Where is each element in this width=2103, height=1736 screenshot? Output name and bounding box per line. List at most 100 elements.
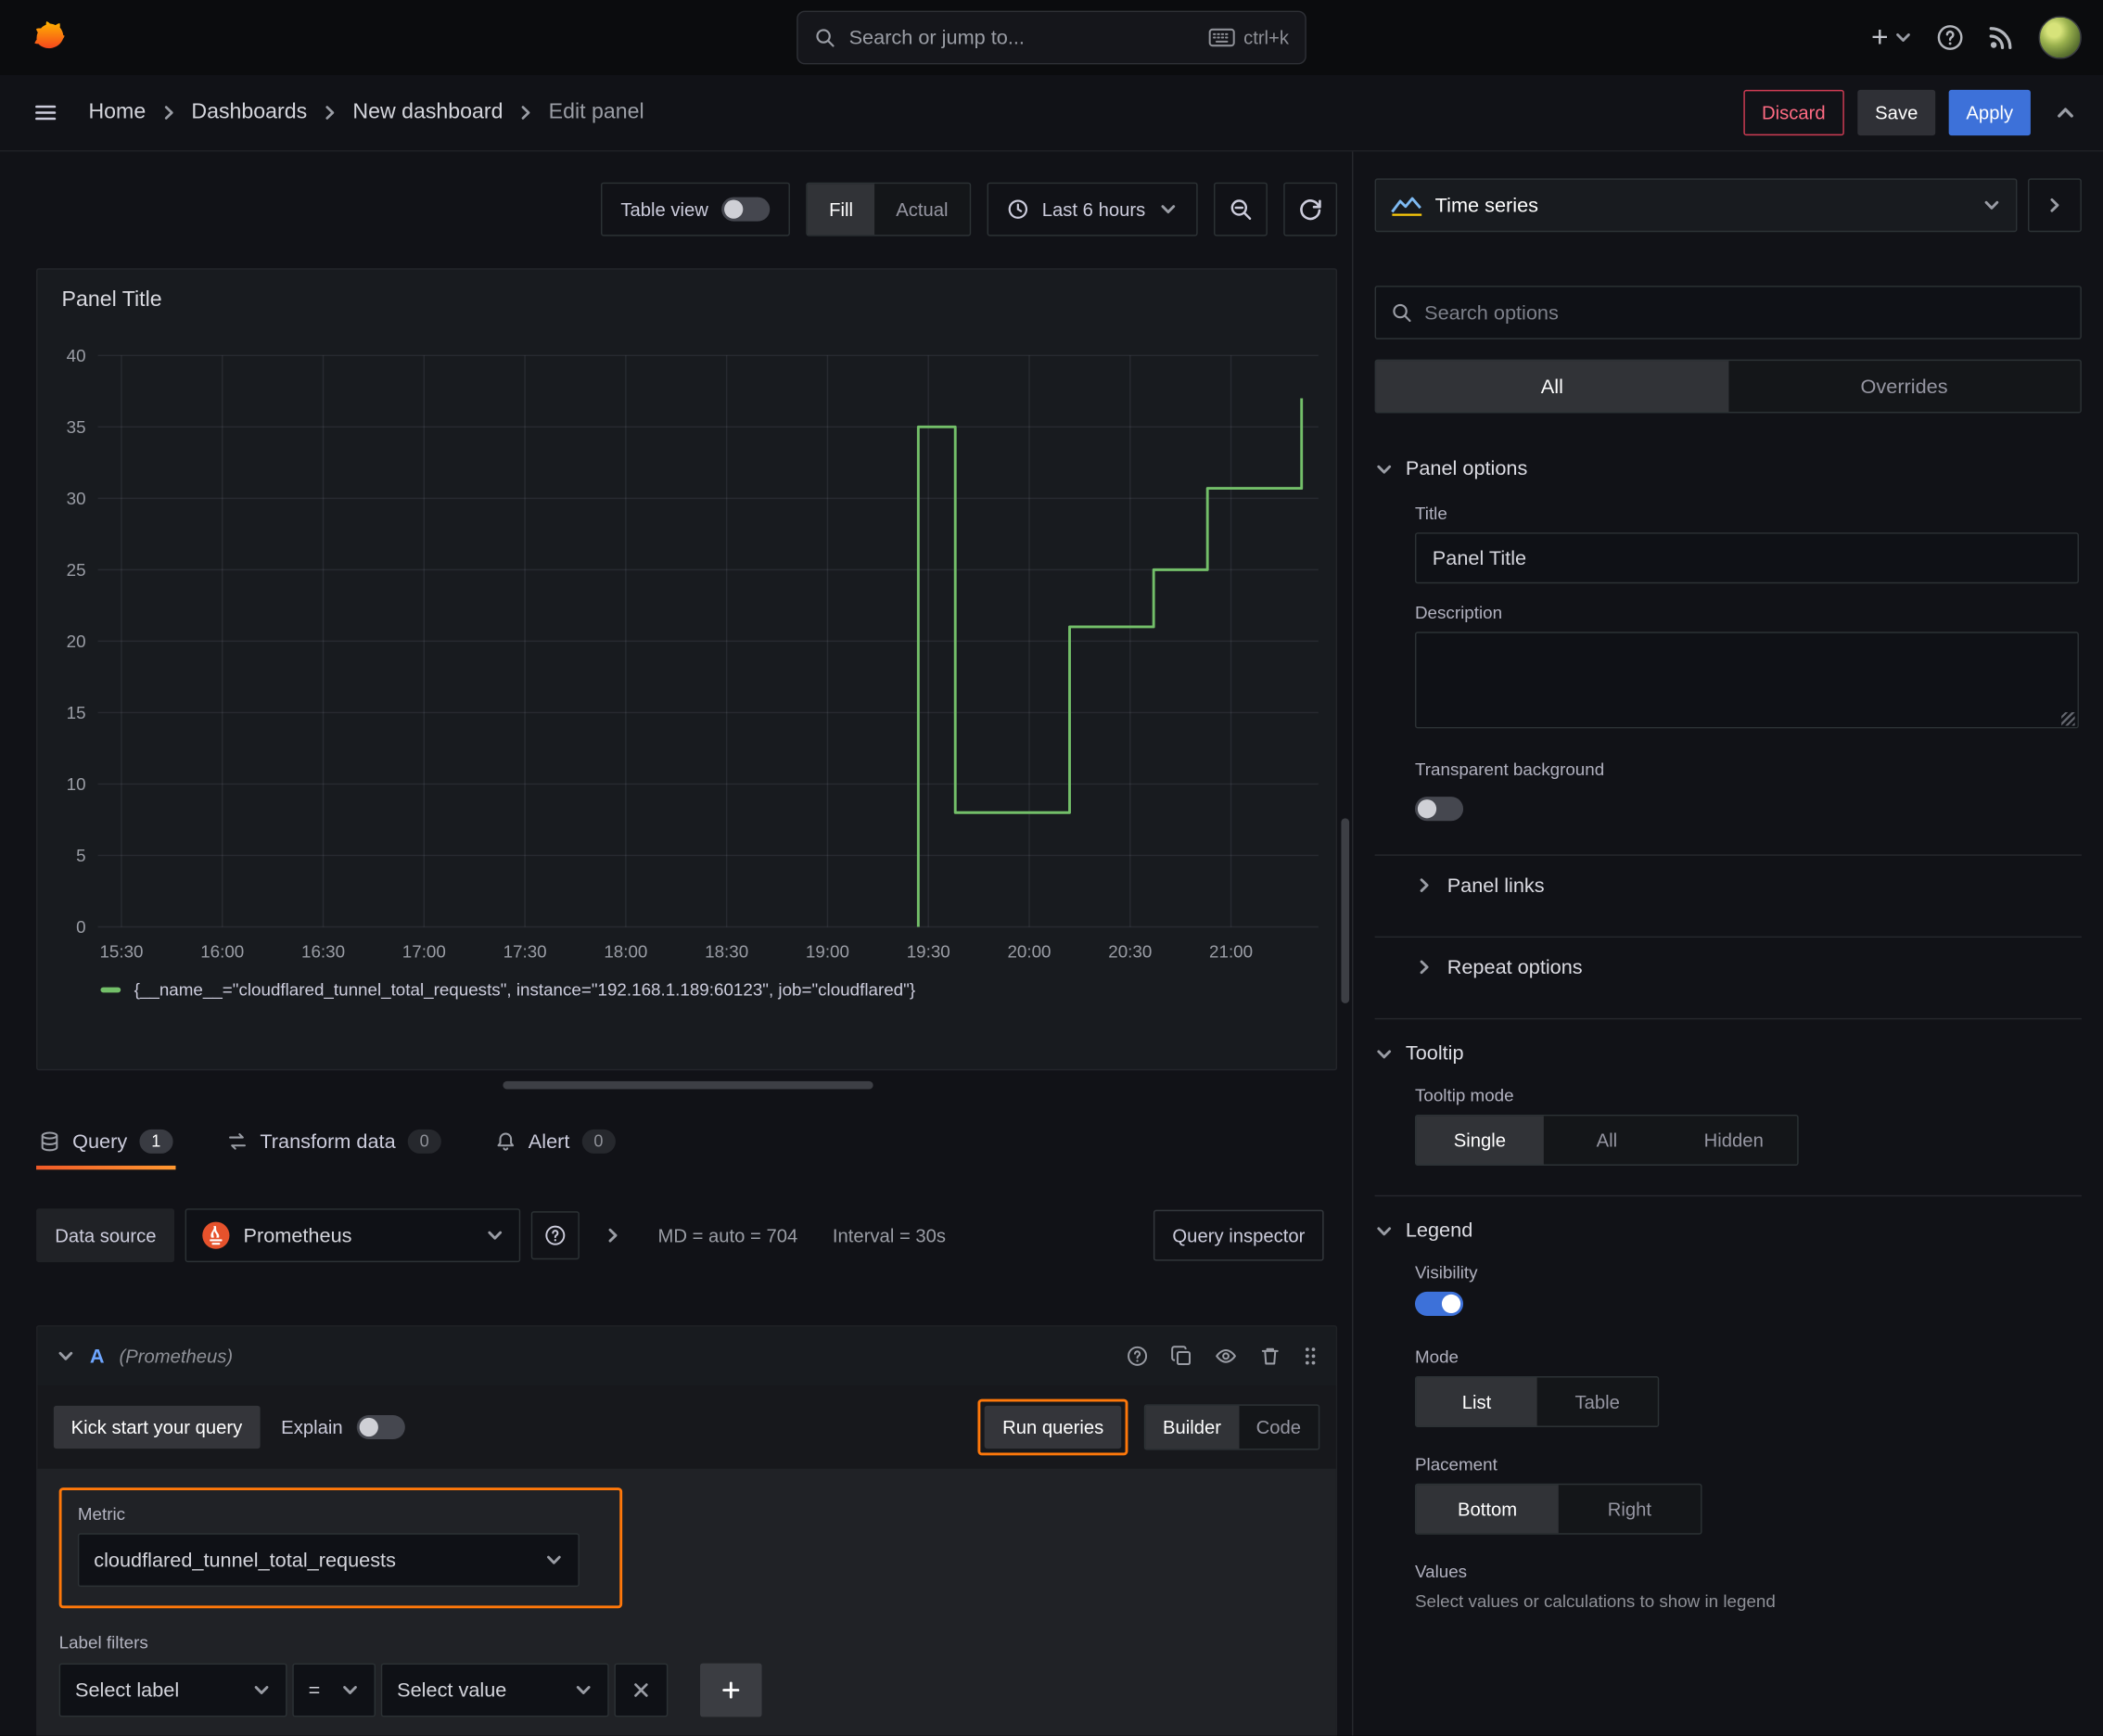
legend-body: Visibility Mode List Table Placement Bot… [1375,1257,2082,1619]
chevron-down-icon [489,1231,503,1240]
panel-options-header[interactable]: Panel options [1375,442,2082,494]
user-avatar[interactable] [2038,16,2082,59]
legend-placement-right[interactable]: Right [1559,1485,1701,1533]
legend-values-label: Values [1414,1561,1468,1582]
toggle-visibility-icon[interactable] [1215,1346,1237,1367]
legend-section-header[interactable]: Legend [1375,1205,2082,1257]
chevron-down-icon [547,1555,561,1564]
code-option[interactable]: Code [1239,1406,1319,1449]
transparent-background-toggle[interactable] [1414,797,1464,822]
save-button[interactable]: Save [1857,89,1936,136]
global-search-input[interactable]: Search or jump to... ctrl+k [797,10,1306,65]
remove-filter-button[interactable] [614,1663,669,1717]
svg-text:20: 20 [67,632,86,651]
select-value-dropdown[interactable]: Select value [380,1663,609,1717]
legend-placement-bottom[interactable]: Bottom [1416,1485,1559,1534]
filter-tab-all[interactable]: All [1376,361,1728,413]
panel-title-input[interactable] [1414,532,2079,584]
options-search-input[interactable] [1424,300,2066,325]
query-builder-area: Metric cloudflared_tunnel_total_requests… [37,1468,1336,1736]
legend-visibility-toggle[interactable] [1414,1291,1464,1316]
explain-toggle[interactable] [356,1414,405,1440]
breadcrumb-dashboards[interactable]: Dashboards [191,100,307,124]
zoom-out-button[interactable] [1214,182,1268,236]
time-range-picker[interactable]: Last 6 hours [987,182,1198,236]
expand-options-icon[interactable] [605,1226,623,1245]
tooltip-mode-label: Tooltip mode [1414,1085,1514,1105]
news-feed-icon[interactable] [1988,24,2015,51]
datasource-help-button[interactable] [531,1211,580,1260]
tooltip-mode-single[interactable]: Single [1416,1116,1544,1165]
chevron-down-icon [1377,1226,1392,1235]
builder-option[interactable]: Builder [1145,1405,1239,1449]
description-textarea[interactable] [1414,632,2079,729]
resize-handle[interactable] [2061,712,2075,726]
query-help-icon[interactable] [1127,1346,1148,1367]
svg-text:40: 40 [67,346,86,365]
tab-alert[interactable]: Alert 0 [492,1114,618,1170]
operator-dropdown[interactable]: = [292,1663,376,1717]
delete-query-icon[interactable] [1259,1346,1281,1367]
actual-option[interactable]: Actual [874,184,970,235]
select-label-dropdown[interactable]: Select label [58,1663,287,1717]
add-filter-button[interactable] [700,1663,762,1717]
tooltip-body: Tooltip mode Single All Hidden [1375,1079,2082,1173]
tab-query[interactable]: Query 1 [36,1114,175,1170]
legend-series-label[interactable]: {__name__="cloudflared_tunnel_total_requ… [134,979,915,1000]
datasource-select[interactable]: Prometheus [185,1208,521,1263]
repeat-options-label: Repeat options [1447,955,1583,979]
legend-mode-table[interactable]: Table [1537,1377,1658,1425]
svg-text:25: 25 [67,560,86,580]
apply-button[interactable]: Apply [1948,89,2031,136]
query-editor-card: A (Prometheus) Kick start your query Exp… [36,1325,1338,1736]
datasource-row: Data source Prometheus MD = auto = 704 I… [36,1207,1337,1264]
table-view-label: Table view [620,198,708,221]
refresh-icon [1300,199,1321,221]
breadcrumb-home[interactable]: Home [88,100,146,124]
discard-button[interactable]: Discard [1742,89,1844,136]
tooltip-mode-hidden[interactable]: Hidden [1670,1116,1797,1164]
metric-highlight: Metric cloudflared_tunnel_total_requests [58,1487,623,1609]
visualization-select[interactable]: Time series [1374,178,2018,233]
horizontal-scrollbar[interactable] [503,1080,873,1090]
menu-toggle-icon[interactable] [27,94,65,132]
table-view-toggle[interactable] [721,197,771,222]
legend-mode-list[interactable]: List [1416,1377,1537,1426]
metric-label: Metric [77,1503,126,1525]
tooltip-section-header[interactable]: Tooltip [1375,1028,2082,1079]
top-bar: Search or jump to... ctrl+k + [0,0,2103,75]
close-icon [634,1683,648,1697]
collapse-query-icon[interactable] [57,1347,75,1365]
toggle-viz-picker-button[interactable] [2028,178,2082,233]
time-series-viz-icon [1391,197,1422,216]
svg-text:19:30: 19:30 [907,942,950,962]
filter-tab-overrides[interactable]: Overrides [1728,361,2081,412]
database-icon [41,1131,58,1152]
refresh-button[interactable] [1283,182,1338,236]
kickstart-query-button[interactable]: Kick start your query [53,1405,261,1449]
duplicate-query-icon[interactable] [1171,1346,1192,1367]
editor-tabs: Query 1 Transform data 0 Alert 0 [36,1114,1337,1170]
time-range-label: Last 6 hours [1041,198,1146,221]
add-menu-button[interactable]: + [1871,20,1913,56]
svg-text:15:30: 15:30 [99,942,143,962]
query-inspector-button[interactable]: Query inspector [1153,1209,1324,1261]
fill-option[interactable]: Fill [807,184,875,236]
tab-transform-data[interactable]: Transform data 0 [223,1114,443,1170]
prometheus-icon [202,1221,231,1249]
grafana-logo-icon[interactable] [21,11,75,65]
query-ref-id[interactable]: A [90,1345,105,1368]
panel-links-row[interactable]: Panel links [1415,856,2082,915]
help-icon[interactable] [1937,24,1964,51]
drag-handle-icon[interactable] [1304,1346,1317,1367]
svg-text:21:00: 21:00 [1209,942,1253,962]
run-queries-button[interactable]: Run queries [985,1405,1122,1449]
chevron-down-icon [1984,200,1999,210]
metric-select[interactable]: cloudflared_tunnel_total_requests [77,1533,580,1588]
breadcrumb-new-dashboard[interactable]: New dashboard [352,100,503,124]
vertical-scrollbar[interactable] [1341,818,1350,1003]
repeat-options-row[interactable]: Repeat options [1415,938,2082,997]
tooltip-mode-all[interactable]: All [1543,1116,1670,1164]
timeseries-chart[interactable]: 0 5 10 15 20 25 30 35 40 15:30 16:00 16:30 17:00 17:3… [47,321,1327,972]
collapse-toolbar-icon[interactable] [2055,102,2076,123]
